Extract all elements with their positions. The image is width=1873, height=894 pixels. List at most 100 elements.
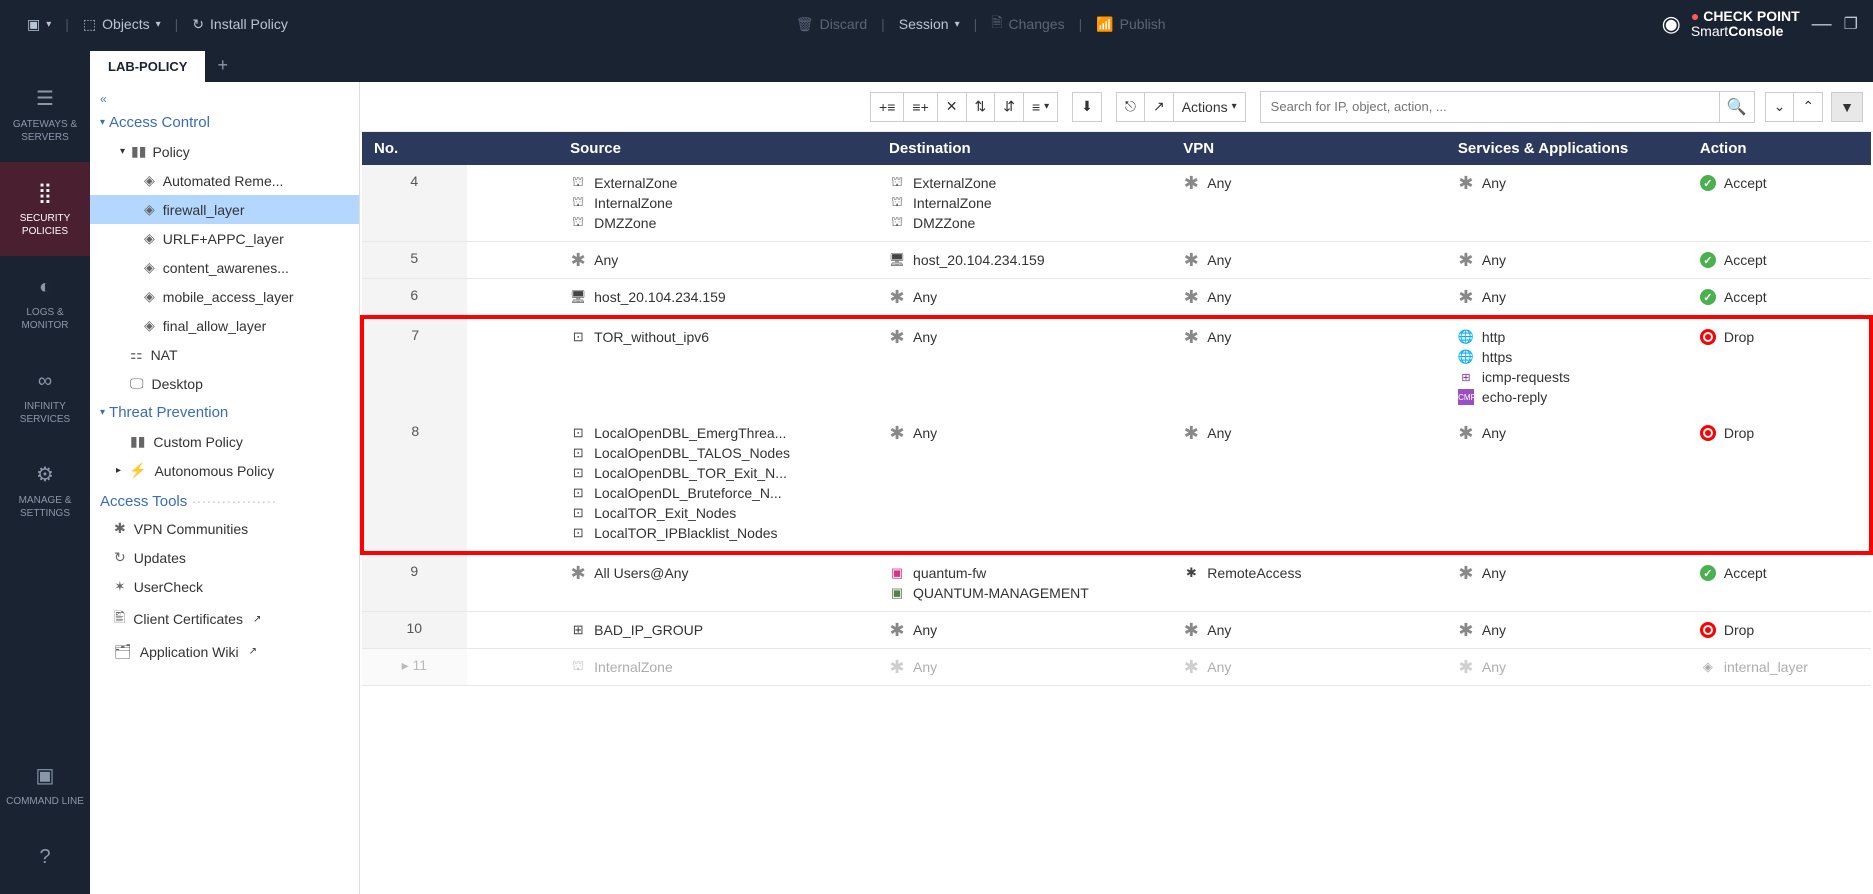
- col-action[interactable]: Action: [1688, 132, 1871, 165]
- next-button[interactable]: ⌄: [1765, 92, 1795, 122]
- settings-button[interactable]: ⎋: [1116, 92, 1145, 122]
- table-row[interactable]: 4⛫ExternalZone⛫InternalZone⛫DMZZone⛫Exte…: [362, 165, 1871, 242]
- section-access-control[interactable]: ▾Access Control: [90, 108, 359, 137]
- changes-button[interactable]: 🗎Changes: [979, 12, 1076, 36]
- cell-item[interactable]: ⊞icmp-requests: [1458, 367, 1676, 387]
- collapse-button[interactable]: ⇵: [994, 92, 1024, 122]
- cell-item[interactable]: 🌐https: [1458, 347, 1676, 367]
- cell-item[interactable]: ⛫DMZZone: [889, 213, 1159, 233]
- cell-item[interactable]: ✱Any: [1458, 657, 1676, 677]
- cell-item[interactable]: ✱Any: [889, 423, 1159, 443]
- cell-item[interactable]: ⛫ExternalZone: [570, 173, 865, 193]
- layer-automated-reme[interactable]: ◈Automated Reme...: [90, 166, 359, 195]
- cell-item[interactable]: ⊡TOR_without_ipv6: [570, 327, 865, 347]
- cell-item[interactable]: ⊞BAD_IP_GROUP: [570, 620, 865, 640]
- cell-item[interactable]: ✱Any: [1183, 423, 1434, 443]
- cell-item[interactable]: ✱Any: [1183, 250, 1434, 270]
- add-above-button[interactable]: +≡: [870, 92, 904, 122]
- tool-usercheck[interactable]: ✶UserCheck: [90, 572, 359, 601]
- nav-gateways[interactable]: ☰GATEWAYS & SERVERS: [0, 68, 90, 162]
- search-button[interactable]: 🔍: [1719, 91, 1755, 123]
- discard-button[interactable]: 🗑Discard: [784, 16, 879, 33]
- cell-item[interactable]: ⊡LocalOpenDL_Bruteforce_N...: [570, 483, 865, 503]
- collapse-button[interactable]: «: [90, 90, 359, 108]
- list-menu-button[interactable]: ≡ ▾: [1023, 92, 1058, 122]
- layer-urlf-appc[interactable]: ◈URLF+APPC_layer: [90, 224, 359, 253]
- table-row[interactable]: 10⊞BAD_IP_GROUP✱Any✱Any✱AnyDrop: [362, 612, 1871, 649]
- node-nat[interactable]: ⚏NAT: [90, 340, 359, 369]
- table-row[interactable]: 9✱All Users@Any▣quantum-fw▣QUANTUM-MANAG…: [362, 553, 1871, 612]
- tool-vpn-communities[interactable]: ✱VPN Communities: [90, 514, 359, 543]
- maximize-button[interactable]: ❐: [1844, 14, 1858, 34]
- cell-item[interactable]: ✱Any: [889, 327, 1159, 347]
- cell-item[interactable]: ✱Any: [1183, 620, 1434, 640]
- action-item[interactable]: ✓Accept: [1700, 173, 1859, 193]
- cell-item[interactable]: ✱All Users@Any: [570, 563, 865, 583]
- expand-button[interactable]: ⇅: [966, 92, 996, 122]
- cell-item[interactable]: ⊡LocalOpenDBL_TALOS_Nodes: [570, 443, 865, 463]
- layer-final-allow[interactable]: ◈final_allow_layer: [90, 311, 359, 340]
- cell-item[interactable]: ⊡LocalOpenDBL_EmergThrea...: [570, 423, 865, 443]
- layer-mobile-access[interactable]: ◈mobile_access_layer: [90, 282, 359, 311]
- node-autonomous-policy[interactable]: ▸⚡Autonomous Policy: [90, 456, 359, 485]
- cell-item[interactable]: ✱Any: [570, 250, 865, 270]
- add-below-button[interactable]: ≡+: [903, 92, 937, 122]
- cell-item[interactable]: ✱Any: [1458, 563, 1676, 583]
- table-row[interactable]: ▸ 11⛫InternalZone✱Any✱Any✱Any◈internal_l…: [362, 649, 1871, 686]
- cell-item[interactable]: ✱Any: [889, 620, 1159, 640]
- cell-item[interactable]: ✱Any: [889, 657, 1159, 677]
- cell-item[interactable]: ✱RemoteAccess: [1183, 563, 1434, 583]
- cell-item[interactable]: ✱Any: [889, 287, 1159, 307]
- cell-item[interactable]: ⛫InternalZone: [889, 193, 1159, 213]
- col-destination[interactable]: Destination: [877, 132, 1171, 165]
- nav-manage[interactable]: ⚙MANAGE & SETTINGS: [0, 444, 90, 538]
- install-policy-button[interactable]: ↻Install Policy: [180, 16, 300, 33]
- cell-item[interactable]: ⛫ExternalZone: [889, 173, 1159, 193]
- cell-item[interactable]: ✱Any: [1183, 327, 1434, 347]
- table-row[interactable]: 8⊡LocalOpenDBL_EmergThrea...⊡LocalOpenDB…: [362, 415, 1871, 553]
- objects-menu[interactable]: ⬚Objects▾: [71, 16, 173, 33]
- action-item[interactable]: ✓Accept: [1700, 563, 1859, 583]
- nav-logs[interactable]: ◐LOGS & MONITOR: [0, 256, 90, 350]
- publish-button[interactable]: 📶Publish: [1084, 16, 1177, 33]
- col-vpn[interactable]: VPN: [1171, 132, 1446, 165]
- cell-item[interactable]: 🖥host_20.104.234.159: [889, 250, 1159, 270]
- search-input[interactable]: [1260, 91, 1720, 123]
- table-row[interactable]: 6🖥host_20.104.234.159✱Any✱Any✱Any✓Accept: [362, 279, 1871, 318]
- cell-item[interactable]: ⊡LocalTOR_Exit_Nodes: [570, 503, 865, 523]
- delete-button[interactable]: ✕: [937, 92, 967, 122]
- session-menu[interactable]: Session▾: [887, 16, 972, 32]
- cell-item[interactable]: ⊡LocalTOR_IPBlacklist_Nodes: [570, 523, 865, 543]
- layer-firewall[interactable]: ◈firewall_layer: [90, 195, 359, 224]
- nav-infinity[interactable]: ∞INFINITY SERVICES: [0, 350, 90, 444]
- filter-button[interactable]: ▼: [1831, 92, 1863, 122]
- cell-item[interactable]: ICMPecho-reply: [1458, 387, 1676, 407]
- cell-item[interactable]: ✱Any: [1458, 173, 1676, 193]
- cell-item[interactable]: 🌐http: [1458, 327, 1676, 347]
- cell-item[interactable]: ✱Any: [1458, 620, 1676, 640]
- layer-content-awareness[interactable]: ◈content_awarenes...: [90, 253, 359, 282]
- cell-item[interactable]: 🖥host_20.104.234.159: [570, 287, 865, 307]
- cell-item[interactable]: ▣QUANTUM-MANAGEMENT: [889, 583, 1159, 603]
- tool-updates[interactable]: ↻Updates: [90, 543, 359, 572]
- cell-item[interactable]: ⛫InternalZone: [570, 657, 865, 677]
- node-policy[interactable]: ▾▮▮Policy: [90, 137, 359, 166]
- tool-client-certs[interactable]: 🖺Client Certificates↗: [90, 601, 359, 637]
- cell-item[interactable]: ✱Any: [1183, 173, 1434, 193]
- action-item[interactable]: ◈internal_layer: [1700, 657, 1859, 677]
- cell-item[interactable]: ⛫DMZZone: [570, 213, 865, 233]
- col-no[interactable]: No.: [362, 132, 467, 165]
- app-menu[interactable]: ▣▾: [15, 16, 63, 33]
- cell-item[interactable]: ✱Any: [1458, 287, 1676, 307]
- actions-menu[interactable]: Actions ▾: [1173, 92, 1246, 122]
- cell-item[interactable]: ✱Any: [1458, 423, 1676, 443]
- node-custom-policy[interactable]: ▮▮Custom Policy: [90, 427, 359, 456]
- nav-cli[interactable]: ▣COMMAND LINE: [0, 745, 90, 826]
- prev-button[interactable]: ⌃: [1793, 92, 1823, 122]
- cell-item[interactable]: ⊡LocalOpenDBL_TOR_Exit_N...: [570, 463, 865, 483]
- table-row[interactable]: 7⊡TOR_without_ipv6✱Any✱Any🌐http🌐https⊞ic…: [362, 317, 1871, 415]
- action-item[interactable]: Drop: [1700, 327, 1857, 347]
- tab-add-button[interactable]: +: [205, 49, 240, 82]
- cell-item[interactable]: ⛫InternalZone: [570, 193, 865, 213]
- nav-security-policies[interactable]: ⣿SECURITY POLICIES: [0, 162, 90, 256]
